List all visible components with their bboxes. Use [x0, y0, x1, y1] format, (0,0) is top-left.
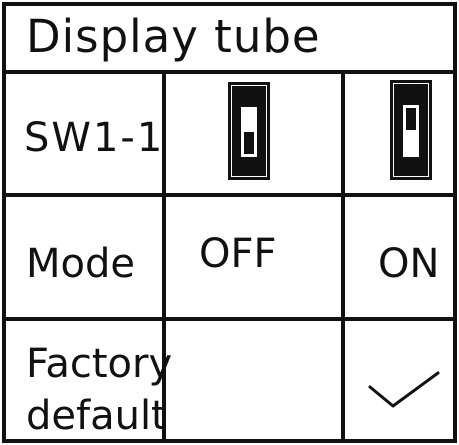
settings-table: Display tube SW1-1 ON 1 ON 1 Mode OFF ON… [0, 0, 459, 445]
checkmark-icon [368, 371, 440, 408]
